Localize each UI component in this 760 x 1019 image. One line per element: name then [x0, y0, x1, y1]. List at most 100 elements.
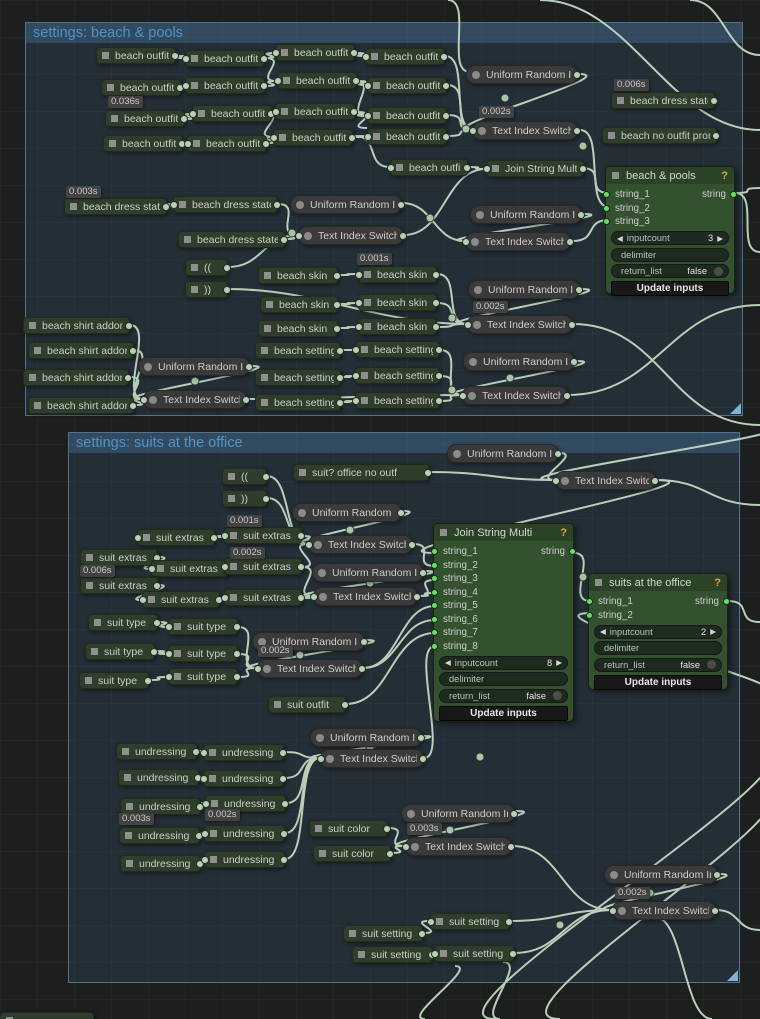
collapse-box-icon[interactable] — [85, 677, 92, 684]
beach-shirt-addon-node[interactable]: beach shirt addon — [23, 317, 133, 334]
collapse-box-icon[interactable] — [29, 374, 36, 381]
output-dot[interactable] — [510, 809, 518, 818]
reroute-dot[interactable] — [505, 373, 515, 383]
collapse-box-icon[interactable] — [29, 322, 36, 329]
suit-extras-node[interactable]: suit extras — [139, 591, 223, 608]
uniform-random-int-node[interactable]: Uniform Random Int — [292, 503, 405, 522]
input-dot[interactable] — [364, 81, 372, 90]
suit-extras-node[interactable]: suit extras — [221, 589, 305, 606]
output-dot[interactable] — [573, 70, 581, 79]
output-dot[interactable] — [397, 200, 405, 209]
input-dot[interactable] — [272, 107, 280, 116]
reroute-dot[interactable] — [345, 525, 355, 535]
beach-setting-node[interactable]: beach setting — [352, 367, 443, 384]
output-dot[interactable] — [360, 637, 368, 646]
collapse-box-icon[interactable] — [274, 701, 281, 708]
output-dot[interactable] — [730, 191, 737, 199]
uniform-random-int-node[interactable]: Uniform Random Int — [470, 205, 585, 224]
increment-arrow-icon[interactable]: ▶ — [717, 234, 723, 243]
output-dot[interactable] — [723, 598, 730, 606]
uniform-random-int-node[interactable]: Uniform Random Int — [463, 352, 578, 371]
join-string-multi-node[interactable]: Join String Multi — [483, 160, 587, 177]
collapse-dot-icon[interactable] — [473, 320, 481, 329]
toggle-knob-icon[interactable] — [707, 660, 716, 669]
collapse-box-icon[interactable] — [184, 236, 191, 243]
collapse-box-icon[interactable] — [358, 951, 365, 958]
output-dot[interactable] — [435, 396, 443, 405]
output-dot[interactable] — [432, 298, 440, 307]
uniform-random-int-node[interactable]: Uniform Random Int — [466, 65, 581, 84]
suit-setting-node[interactable]: suit setting — [352, 946, 436, 963]
output-dot[interactable] — [281, 799, 289, 808]
collapse-dot-icon[interactable] — [298, 508, 306, 517]
input-dot[interactable] — [355, 298, 363, 307]
beach-outfit-node[interactable]: beach outfit — [364, 107, 450, 124]
output-dot[interactable] — [171, 51, 179, 60]
output-dot[interactable] — [333, 271, 341, 280]
return-list-widget[interactable]: return_list false — [594, 657, 722, 672]
beach-outfit-node[interactable]: beach outfit — [182, 77, 268, 94]
undressing-node[interactable]: undressing — [116, 743, 200, 760]
collapse-box-icon[interactable] — [209, 749, 216, 756]
output-dot[interactable] — [129, 401, 137, 410]
output-dot[interactable] — [262, 472, 270, 481]
input-dot[interactable] — [270, 133, 278, 142]
decrement-arrow-icon[interactable]: ◀ — [600, 627, 606, 636]
output-dot[interactable] — [350, 107, 358, 116]
output-dot[interactable] — [651, 476, 659, 485]
suit-setting-node[interactable]: suit setting — [427, 913, 513, 930]
beach-skin-node[interactable]: beach skin — [355, 294, 440, 311]
input-dot[interactable] — [552, 476, 560, 485]
output-dot[interactable] — [713, 870, 721, 879]
output-dot[interactable] — [408, 540, 416, 549]
input-dot[interactable] — [274, 76, 282, 85]
output-dot[interactable] — [297, 562, 305, 571]
output-dot[interactable] — [150, 647, 158, 656]
collapse-box-icon[interactable] — [361, 346, 368, 353]
delimiter-widget[interactable]: delimiter — [611, 247, 729, 262]
input-dot[interactable] — [221, 562, 229, 571]
collapse-box-icon[interactable] — [266, 301, 273, 308]
collapse-box-icon[interactable] — [230, 563, 237, 570]
undressing-node[interactable]: undressing — [200, 770, 287, 787]
input-dot[interactable] — [431, 629, 438, 637]
beach-outfit-node[interactable]: beach outfit — [103, 135, 186, 152]
output-dot[interactable] — [223, 285, 231, 294]
uniform-random-int-node[interactable]: Uniform Random Int — [401, 804, 518, 823]
collapse-box-icon[interactable] — [371, 53, 378, 60]
output-dot[interactable] — [417, 733, 425, 742]
collapse-box-icon[interactable] — [440, 950, 447, 957]
collapse-box-icon[interactable] — [111, 115, 118, 122]
beach-shirt-addon-node[interactable]: beach shirt addon — [28, 342, 137, 359]
collapse-box-icon[interactable] — [109, 140, 116, 147]
input-dot[interactable] — [483, 164, 491, 173]
output-dot[interactable] — [279, 748, 287, 757]
inputcount-widget[interactable]: ◀ inputcount 8 ▶ — [439, 655, 568, 670]
collapse-box-icon[interactable] — [373, 133, 380, 140]
beach-outfit-node[interactable]: beach outfit — [274, 72, 360, 89]
collapse-box-icon[interactable] — [210, 830, 217, 837]
collapse-box-icon[interactable] — [361, 397, 368, 404]
output-dot[interactable] — [350, 48, 358, 57]
collapse-dot-icon[interactable] — [610, 870, 618, 879]
input-dot[interactable] — [305, 540, 313, 549]
beach-outfit-node[interactable]: beach outfit — [387, 159, 471, 176]
text-index-switch-node[interactable]: Text Index Switch — [254, 659, 366, 678]
update-inputs-button[interactable]: Update inputs — [439, 705, 568, 721]
beach-dress-state-node[interactable]: beach dress state — [178, 231, 288, 248]
beach-shirt-addon-node[interactable]: beach shirt addon — [28, 397, 137, 414]
output-dot[interactable] — [711, 906, 719, 915]
output-dot[interactable] — [563, 391, 571, 400]
reroute-dot[interactable] — [295, 650, 305, 660]
output-dot[interactable] — [507, 842, 515, 851]
suit-type-node[interactable]: suit type — [165, 618, 241, 635]
output-dot[interactable] — [358, 664, 366, 673]
collapse-dot-icon[interactable] — [618, 906, 626, 915]
inputcount-widget[interactable]: ◀ inputcount 2 ▶ — [594, 624, 722, 639]
input-dot[interactable] — [355, 270, 363, 279]
collapse-dot-icon[interactable] — [411, 842, 419, 851]
input-dot[interactable] — [182, 81, 190, 90]
collapse-dot-icon[interactable] — [316, 733, 324, 742]
collapse-box-icon[interactable] — [396, 164, 403, 171]
collapse-box-icon[interactable] — [210, 856, 217, 863]
